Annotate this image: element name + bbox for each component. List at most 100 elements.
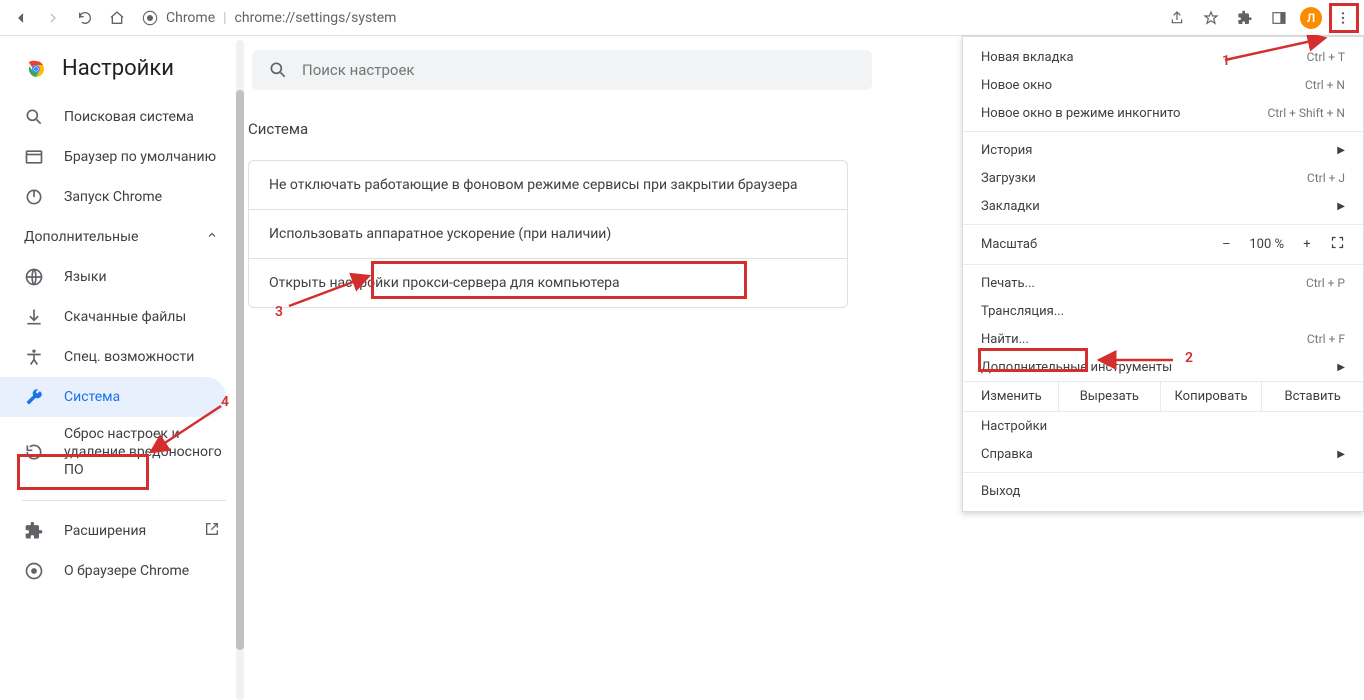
chevron-up-icon bbox=[206, 229, 218, 245]
sidebar-item-label: Спец. возможности bbox=[64, 349, 194, 365]
chrome-menu: Новая вкладкаCtrl + T Новое окноCtrl + N… bbox=[962, 36, 1364, 512]
menu-find[interactable]: Найти...Ctrl + F bbox=[963, 325, 1363, 353]
annotation-label-2: 2 bbox=[1185, 350, 1193, 366]
sidebar-item-accessibility[interactable]: Спец. возможности bbox=[0, 337, 226, 377]
back-button[interactable] bbox=[8, 5, 34, 31]
sidebar-item-label: Расширения bbox=[64, 523, 146, 539]
profile-avatar[interactable]: Л bbox=[1300, 7, 1322, 29]
menu-new-window[interactable]: Новое окноCtrl + N bbox=[963, 71, 1363, 99]
sidepanel-icon[interactable] bbox=[1266, 5, 1292, 31]
menu-incognito[interactable]: Новое окно в режиме инкогнитоCtrl + Shif… bbox=[963, 99, 1363, 127]
search-icon bbox=[24, 107, 44, 127]
sidebar-item-label: Скачанные файлы bbox=[64, 309, 186, 325]
setting-row-proxy[interactable]: Открыть настройки прокси-сервера для ком… bbox=[249, 259, 847, 307]
sidebar-item-startup[interactable]: Запуск Chrome bbox=[0, 177, 226, 217]
power-icon bbox=[24, 187, 44, 207]
search-icon bbox=[268, 60, 288, 80]
menu-bookmarks[interactable]: Закладки▶ bbox=[963, 192, 1363, 220]
bookmark-star-icon[interactable] bbox=[1198, 5, 1224, 31]
sidebar-scroll-thumb[interactable] bbox=[236, 90, 244, 650]
zoom-value: 100 % bbox=[1249, 237, 1284, 252]
sidebar-item-label: Система bbox=[64, 389, 120, 405]
sidebar-item-default-browser[interactable]: Браузер по умолчанию bbox=[0, 137, 226, 177]
reload-button[interactable] bbox=[72, 5, 98, 31]
reset-icon bbox=[24, 442, 44, 462]
sidebar-item-label: Браузер по умолчанию bbox=[64, 149, 216, 165]
forward-button[interactable] bbox=[40, 5, 66, 31]
annotation-label-3: 3 bbox=[275, 304, 283, 320]
fullscreen-icon[interactable] bbox=[1330, 235, 1345, 254]
globe-icon bbox=[24, 267, 44, 287]
setting-row-background[interactable]: Не отключать работающие в фоновом режиме… bbox=[249, 161, 847, 210]
sidebar-advanced-header[interactable]: Дополнительные bbox=[0, 217, 248, 257]
menu-new-tab[interactable]: Новая вкладкаCtrl + T bbox=[963, 43, 1363, 71]
menu-separator bbox=[963, 472, 1363, 473]
zoom-in-button[interactable]: + bbox=[1298, 237, 1316, 252]
menu-more-tools[interactable]: Дополнительные инструменты▶ bbox=[963, 353, 1363, 381]
system-panel: Система Не отключать работающие в фоново… bbox=[248, 120, 848, 308]
setting-row-hardware-accel[interactable]: Использовать аппаратное ускорение (при н… bbox=[249, 210, 847, 259]
settings-card: Не отключать работающие в фоновом режиме… bbox=[248, 160, 848, 308]
browser-toolbar: Chrome | chrome://settings/system Л bbox=[0, 0, 1364, 36]
chevron-right-icon: ▶ bbox=[1337, 145, 1345, 156]
sidebar-item-system[interactable]: Система bbox=[0, 377, 226, 417]
toolbar-right: Л bbox=[1164, 5, 1356, 31]
sidebar-divider bbox=[22, 500, 226, 501]
address-chrome-label: Chrome bbox=[166, 10, 215, 26]
menu-settings[interactable]: Настройки bbox=[963, 412, 1363, 440]
menu-separator bbox=[963, 224, 1363, 225]
share-icon[interactable] bbox=[1164, 5, 1190, 31]
menu-edit-label: Изменить bbox=[963, 382, 1059, 411]
sidebar: Настройки Поисковая система Браузер по у… bbox=[0, 36, 248, 694]
sidebar-item-label: Запуск Chrome bbox=[64, 189, 162, 205]
sidebar-item-search-engine[interactable]: Поисковая система bbox=[0, 97, 226, 137]
download-icon bbox=[24, 307, 44, 327]
chevron-right-icon: ▶ bbox=[1337, 449, 1345, 460]
menu-separator bbox=[963, 131, 1363, 132]
sidebar-item-about[interactable]: О браузере Chrome bbox=[0, 551, 226, 591]
section-title: Система bbox=[248, 120, 848, 138]
menu-zoom: Масштаб – 100 % + bbox=[963, 229, 1363, 260]
menu-exit[interactable]: Выход bbox=[963, 477, 1363, 505]
chrome-small-icon bbox=[24, 561, 44, 581]
menu-print[interactable]: Печать...Ctrl + P bbox=[963, 269, 1363, 297]
address-bar[interactable]: Chrome | chrome://settings/system bbox=[136, 10, 1158, 26]
wrench-icon bbox=[24, 387, 44, 407]
menu-button[interactable] bbox=[1330, 5, 1356, 31]
zoom-out-button[interactable]: – bbox=[1217, 237, 1235, 252]
menu-cut[interactable]: Вырезать bbox=[1059, 382, 1161, 411]
menu-downloads[interactable]: ЗагрузкиCtrl + J bbox=[963, 164, 1363, 192]
address-separator: | bbox=[223, 10, 226, 26]
address-url: chrome://settings/system bbox=[235, 10, 397, 26]
browser-icon bbox=[24, 147, 44, 167]
menu-history[interactable]: История▶ bbox=[963, 136, 1363, 164]
chrome-logo-icon bbox=[24, 57, 48, 81]
home-button[interactable] bbox=[104, 5, 130, 31]
puzzle-icon bbox=[24, 521, 44, 541]
menu-copy[interactable]: Копировать bbox=[1161, 382, 1263, 411]
annotation-label-4: 4 bbox=[221, 394, 229, 410]
sidebar-item-label: Поисковая система bbox=[64, 109, 194, 125]
menu-paste[interactable]: Вставить bbox=[1262, 382, 1363, 411]
menu-help[interactable]: Справка▶ bbox=[963, 440, 1363, 468]
sidebar-item-extensions[interactable]: Расширения bbox=[0, 511, 226, 551]
settings-search[interactable] bbox=[252, 50, 872, 90]
accessibility-icon bbox=[24, 347, 44, 367]
menu-edit-row: Изменить Вырезать Копировать Вставить bbox=[963, 381, 1363, 412]
sidebar-item-reset[interactable]: Сброс настроек и удаление вредоносного П… bbox=[0, 417, 226, 488]
chevron-right-icon: ▶ bbox=[1337, 201, 1345, 212]
sidebar-item-downloads[interactable]: Скачанные файлы bbox=[0, 297, 226, 337]
extensions-icon[interactable] bbox=[1232, 5, 1258, 31]
external-link-icon bbox=[204, 521, 220, 541]
chrome-icon bbox=[142, 10, 158, 26]
chevron-right-icon: ▶ bbox=[1337, 362, 1345, 373]
settings-title: Настройки bbox=[62, 56, 174, 81]
menu-cast[interactable]: Трансляция... bbox=[963, 297, 1363, 325]
menu-separator bbox=[963, 264, 1363, 265]
sidebar-item-languages[interactable]: Языки bbox=[0, 257, 226, 297]
sidebar-item-label: Языки bbox=[64, 269, 107, 285]
sidebar-item-label: Сброс настроек и удаление вредоносного П… bbox=[64, 425, 226, 480]
annotation-label-1: 1 bbox=[1222, 53, 1230, 69]
settings-search-input[interactable] bbox=[302, 61, 856, 79]
settings-title-row: Настройки bbox=[0, 48, 248, 97]
